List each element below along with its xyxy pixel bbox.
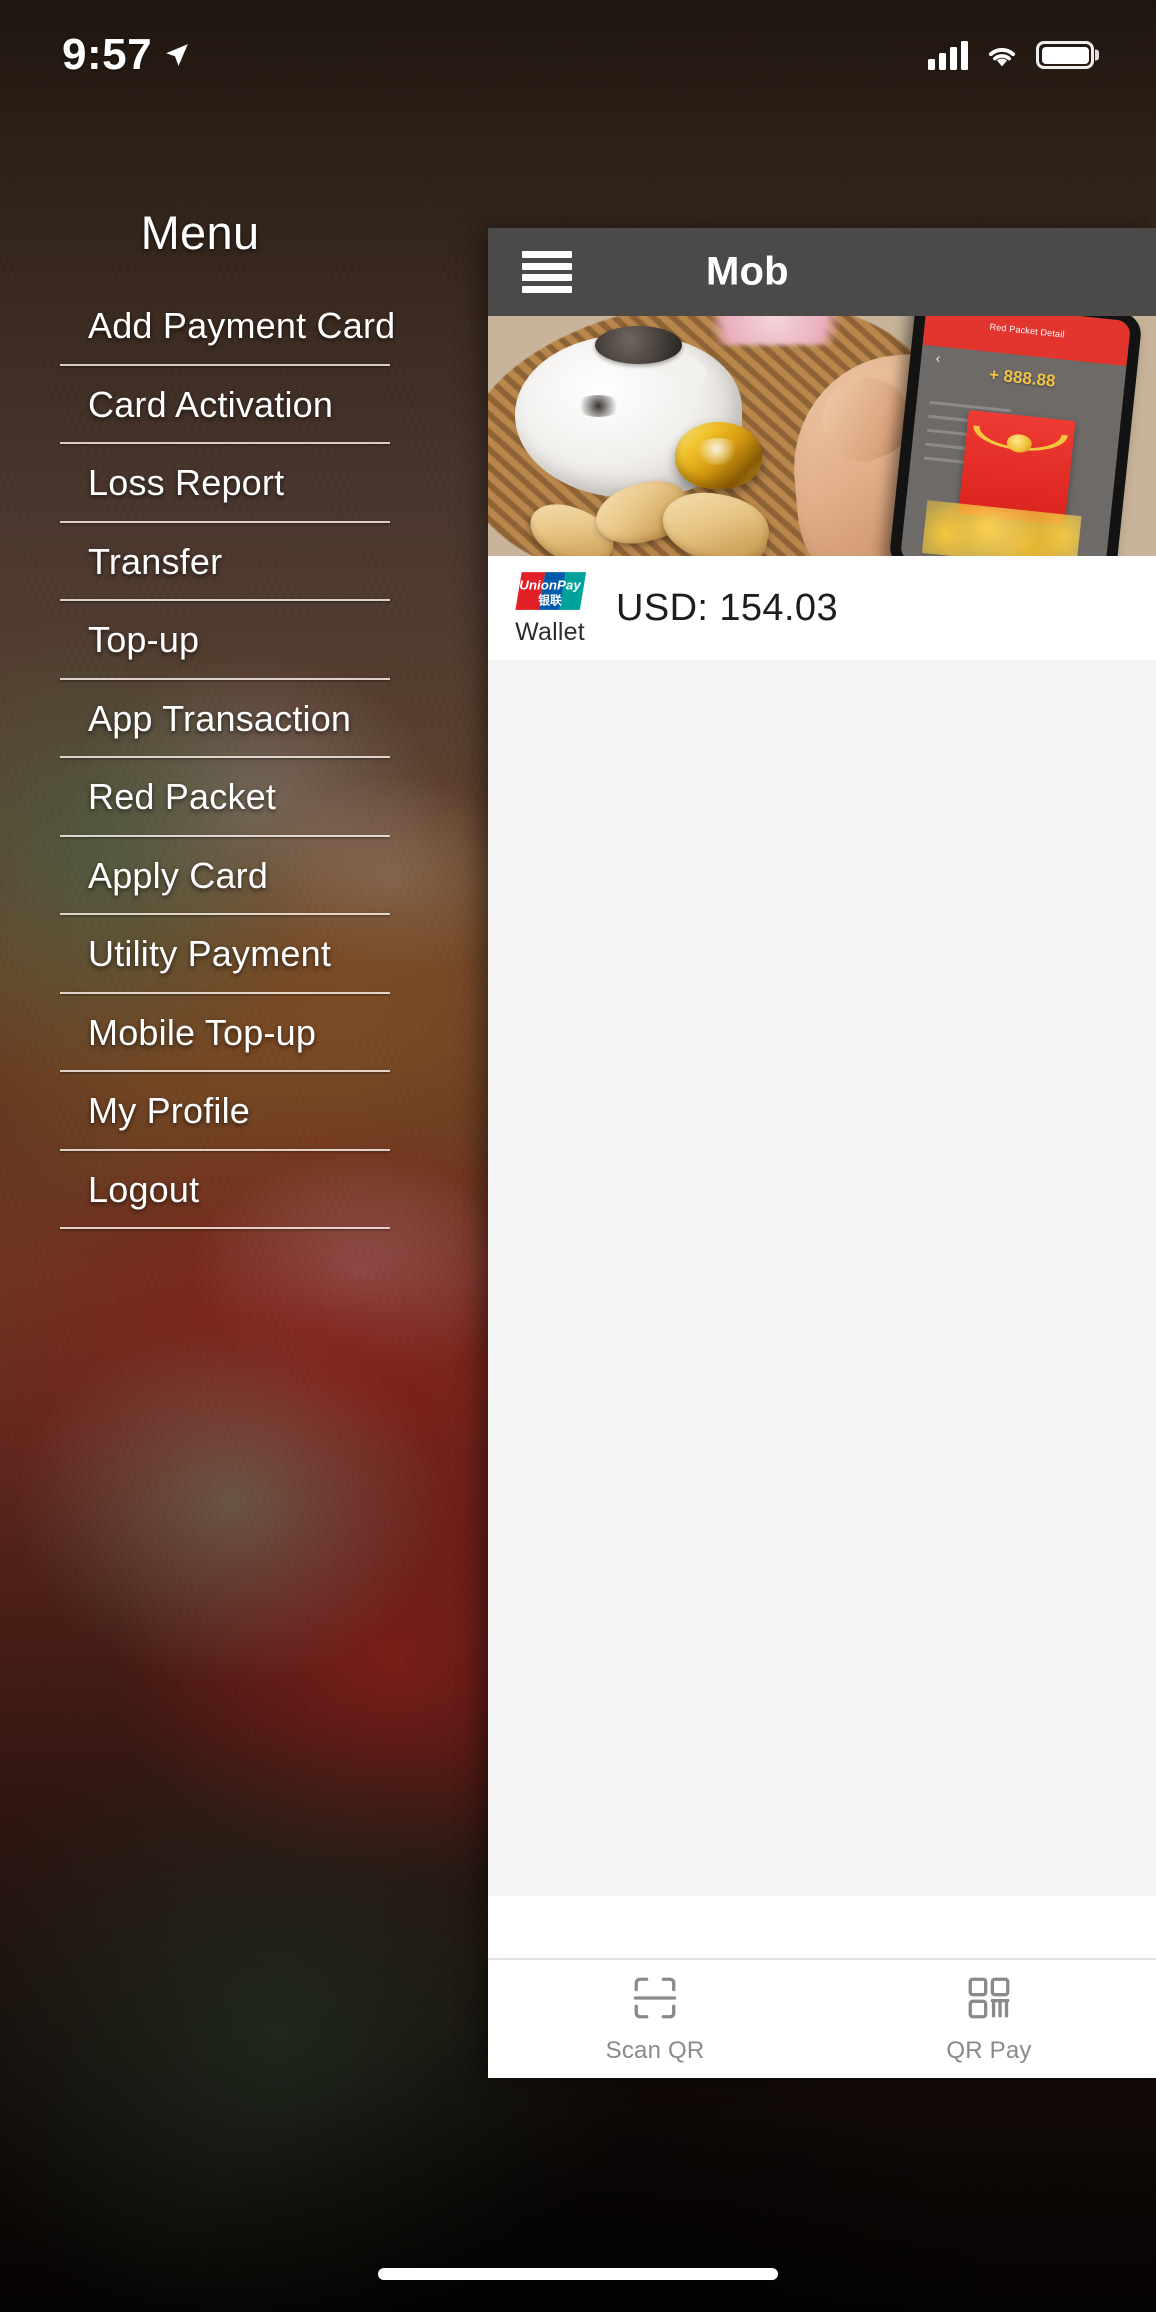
scan-qr-icon xyxy=(633,1977,677,2019)
nav-item-scan-qr[interactable]: Scan QR xyxy=(488,1960,822,2078)
cellular-signal-icon xyxy=(928,40,968,70)
menu-item-red-packet[interactable]: Red Packet xyxy=(0,758,400,837)
menu-item-label: Add Payment Card xyxy=(88,305,396,347)
menu-item-label: Red Packet xyxy=(88,776,277,818)
menu-item-label: Transfer xyxy=(88,540,223,582)
menu-item-apply-card[interactable]: Apply Card xyxy=(0,837,400,916)
envelope-seal-coin xyxy=(1005,432,1034,453)
battery-full-icon xyxy=(1036,41,1094,69)
teapot-marking xyxy=(574,395,622,417)
menu-item-mobile-top-up[interactable]: Mobile Top-up xyxy=(0,994,400,1073)
unionpay-logo: UnionPay 银联 xyxy=(515,572,587,610)
status-bar-right xyxy=(928,40,1094,70)
menu-title: Menu xyxy=(140,206,260,259)
nav-item-qr-pay[interactable]: QR Pay xyxy=(822,1960,1156,2078)
menu-item-label: Utility Payment xyxy=(88,933,332,975)
phone-screen: 9:57 Menu Add Payment Card Card Activati… xyxy=(0,0,1156,2312)
phone-screen-amount: + 888.88 xyxy=(988,364,1057,391)
menu-item-my-profile[interactable]: My Profile xyxy=(0,1072,400,1151)
nav-label: Scan QR xyxy=(605,2037,705,2064)
menu-item-utility-payment[interactable]: Utility Payment xyxy=(0,915,400,994)
wallet-brand-label: Wallet xyxy=(515,618,585,646)
menu-item-label: Top-up xyxy=(88,619,200,661)
wallet-summary-row[interactable]: UnionPay 银联 Wallet USD: 154.03 xyxy=(488,556,1156,660)
hamburger-menu-icon[interactable] xyxy=(522,251,572,293)
gold-ingot xyxy=(675,421,762,489)
bottom-navigation-bar: Scan QR QR Pay xyxy=(488,1958,1156,2078)
menu-item-label: My Profile xyxy=(88,1090,251,1132)
menu-item-transfer[interactable]: Transfer xyxy=(0,523,400,602)
navigation-drawer: Menu Add Payment Card Card Activation Lo… xyxy=(0,0,488,2312)
menu-item-loss-report[interactable]: Loss Report xyxy=(0,444,400,523)
menu-item-card-activation[interactable]: Card Activation xyxy=(0,366,400,445)
menu-item-top-up[interactable]: Top-up xyxy=(0,601,400,680)
menu-list: Add Payment Card Card Activation Loss Re… xyxy=(0,287,400,1229)
svg-text:银联: 银联 xyxy=(538,593,562,607)
menu-item-label: Logout xyxy=(88,1168,200,1210)
app-header-bar: Mob xyxy=(488,228,1156,316)
phone-screen-content: Red Packet Detail ‹ + 888.88 xyxy=(900,316,1132,556)
phone-screen-title: Red Packet Detail xyxy=(989,321,1066,340)
app-content-panel: Mob Red Packet Detail ‹ + 888.88 UnionPa… xyxy=(488,228,1156,2078)
wallet-brand: UnionPay 银联 Wallet xyxy=(510,569,590,647)
app-title: Mob xyxy=(706,249,789,294)
phone-app-topbar: Red Packet Detail xyxy=(923,316,1132,366)
qr-code-icon xyxy=(968,1977,1010,2019)
menu-item-label: Mobile Top-up xyxy=(88,1011,317,1053)
status-bar-time: 9:57 xyxy=(62,30,153,79)
wifi-icon xyxy=(988,47,1016,67)
menu-item-logout[interactable]: Logout xyxy=(0,1151,400,1230)
menu-item-label: Loss Report xyxy=(88,462,285,504)
nav-label: QR Pay xyxy=(946,2037,1032,2064)
menu-item-add-payment-card[interactable]: Add Payment Card xyxy=(0,287,400,366)
phone-in-banner: Red Packet Detail ‹ + 888.88 xyxy=(888,316,1144,556)
teapot-lid xyxy=(594,325,682,364)
menu-item-label: App Transaction xyxy=(88,697,352,739)
wallet-balance: USD: 154.03 xyxy=(616,586,838,629)
svg-text:UnionPay: UnionPay xyxy=(519,577,581,592)
home-indicator[interactable] xyxy=(378,2268,778,2280)
menu-item-app-transaction[interactable]: App Transaction xyxy=(0,680,400,759)
banner-scene: Red Packet Detail ‹ + 888.88 xyxy=(488,316,1156,556)
menu-item-label: Apply Card xyxy=(88,854,269,896)
status-bar-left: 9:57 xyxy=(62,30,190,80)
location-arrow-icon xyxy=(166,44,188,66)
promo-banner[interactable]: Red Packet Detail ‹ + 888.88 xyxy=(488,316,1156,556)
menu-item-label: Card Activation xyxy=(88,383,334,425)
panel-bottom-white-strip xyxy=(488,1896,1156,1958)
status-bar: 9:57 xyxy=(0,0,1156,110)
blossom-decoration xyxy=(688,316,863,345)
panel-body-empty-area xyxy=(488,660,1156,1896)
